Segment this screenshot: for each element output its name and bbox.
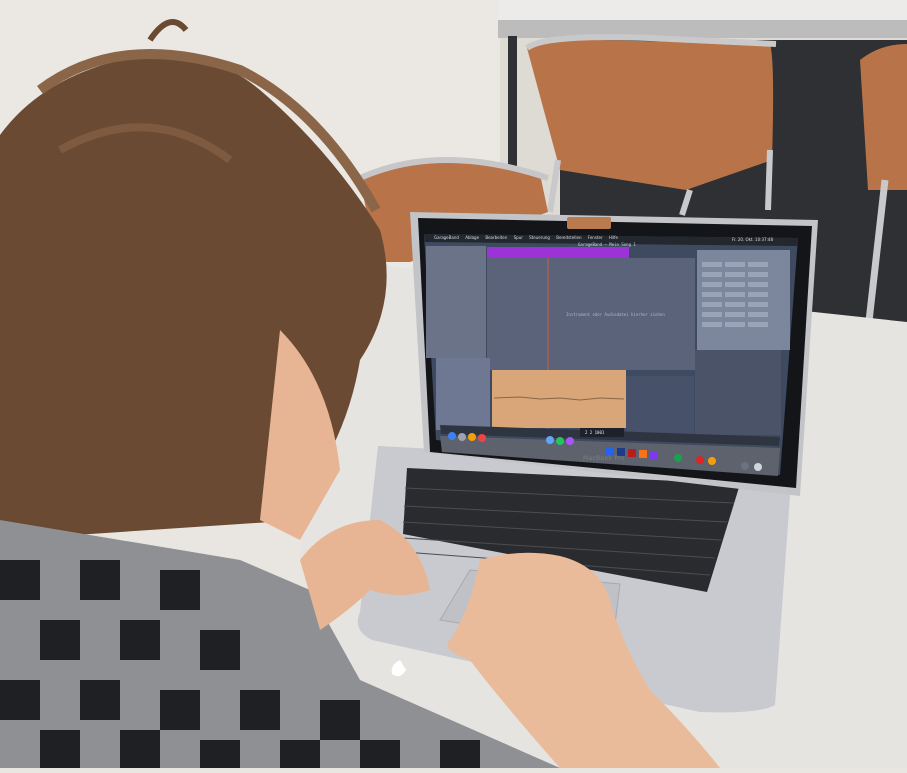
region-audio[interactable] — [492, 370, 626, 428]
menu-item-fenster[interactable]: Fenster — [588, 235, 603, 240]
lcd-value: 2 2 1001 — [585, 430, 605, 435]
window-title: GarageBand – Mein Song 1 — [578, 242, 636, 247]
menu-item-spur[interactable]: Spur — [514, 235, 523, 240]
menu-item-garageband[interactable]: GarageBand — [434, 235, 459, 240]
scene-svg — [0, 0, 907, 768]
app-menu: GarageBand Ablage Bearbeiten Spur Steuer… — [434, 235, 623, 240]
menubar-clock: Fr. 20. Okt. 10:37:48 — [732, 237, 774, 242]
track-header — [426, 246, 486, 358]
menu-item-ablage[interactable]: Ablage — [465, 235, 479, 240]
webcam-cover — [567, 217, 611, 229]
menu-item-bereitstellen[interactable]: Bereitstellen — [556, 235, 581, 240]
editor-hint: Instrument oder Audiodatei hierher ziehe… — [566, 312, 665, 317]
back-table — [498, 0, 907, 22]
menu-item-hilfe[interactable]: Hilfe — [609, 235, 618, 240]
laptop-brand-label: MacBook Pro — [583, 455, 625, 462]
region-purple[interactable] — [487, 247, 629, 258]
menu-item-steuerung[interactable]: Steuerung — [529, 235, 550, 240]
laptop-lid — [410, 212, 818, 496]
photo-scene: GarageBand Ablage Bearbeiten Spur Steuer… — [0, 0, 907, 768]
menu-item-bearbeiten[interactable]: Bearbeiten — [485, 235, 507, 240]
